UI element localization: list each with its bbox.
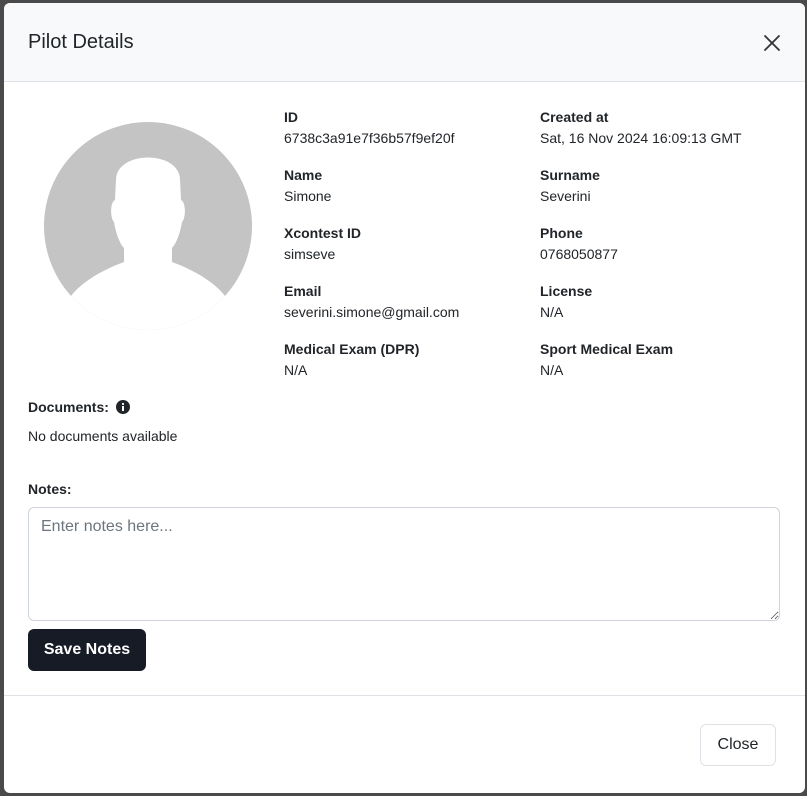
- field-label: Xcontest ID: [284, 225, 362, 241]
- field-value: severini.simone@gmail.com: [284, 304, 460, 320]
- field-email: Email severini.simone@gmail.com: [284, 283, 459, 320]
- field-phone: Phone 0768050877: [540, 225, 618, 262]
- field-label: Name: [284, 167, 323, 183]
- field-value: Sat, 16 Nov 2024 16:09:13 GMT: [540, 130, 742, 146]
- info-icon[interactable]: [116, 400, 130, 414]
- avatar: [44, 122, 252, 330]
- field-xcontest-id: Xcontest ID simseve: [284, 225, 361, 262]
- documents-label: Documents:: [28, 399, 109, 415]
- notes-label: Notes:: [28, 481, 72, 497]
- field-label: ID: [284, 109, 298, 125]
- save-notes-button[interactable]: Save Notes: [28, 629, 146, 671]
- field-surname: Surname Severini: [540, 167, 600, 204]
- field-label: Created at: [540, 109, 609, 125]
- field-value: simseve: [284, 246, 336, 262]
- notes-textarea[interactable]: [28, 507, 780, 621]
- field-label: Sport Medical Exam: [540, 341, 674, 357]
- field-value: Simone: [284, 188, 332, 204]
- field-name: Name Simone: [284, 167, 331, 204]
- field-label: Surname: [540, 167, 600, 183]
- modal-header: Pilot Details: [4, 3, 805, 82]
- field-medical-exam-dpr: Medical Exam (DPR) N/A: [284, 341, 419, 378]
- field-value: Severini: [540, 188, 591, 204]
- field-value: 6738c3a91e7f36b57f9ef20f: [284, 130, 455, 146]
- footer-divider: [4, 695, 805, 696]
- documents-empty-text: No documents available: [28, 428, 178, 444]
- close-button[interactable]: Close: [700, 724, 776, 766]
- modal-title: Pilot Details: [28, 31, 134, 53]
- field-label: Phone: [540, 225, 583, 241]
- pilot-details-modal: Pilot Details ID 6738c3a91e7f36b57f9ef20…: [4, 3, 805, 793]
- field-value: N/A: [540, 304, 564, 320]
- field-label: Email: [284, 283, 322, 299]
- close-icon[interactable]: [762, 33, 782, 53]
- field-created-at: Created at Sat, 16 Nov 2024 16:09:13 GMT: [540, 109, 742, 146]
- field-value: N/A: [284, 362, 308, 378]
- field-value: N/A: [540, 362, 564, 378]
- field-sport-medical-exam: Sport Medical Exam N/A: [540, 341, 673, 378]
- field-label: License: [540, 283, 593, 299]
- field-label: Medical Exam (DPR): [284, 341, 420, 357]
- field-id: ID 6738c3a91e7f36b57f9ef20f: [284, 109, 455, 146]
- field-value: 0768050877: [540, 246, 618, 262]
- field-license: License N/A: [540, 283, 592, 320]
